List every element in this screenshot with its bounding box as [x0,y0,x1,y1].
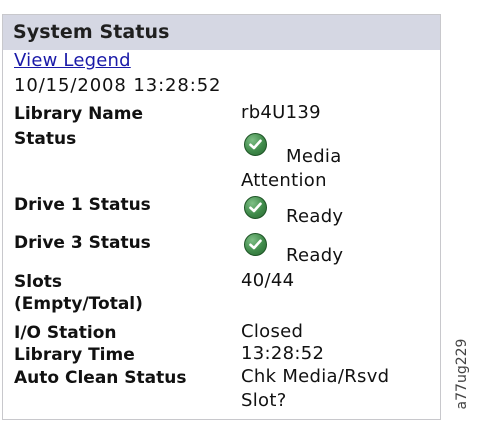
status-value-line2: Attention [241,170,327,191]
status-value-line1: Media [286,146,342,167]
figure-id-text: a77ug229 [454,338,470,410]
io-station-value: Closed [241,321,304,342]
library-time-value: 13:28:52 [241,343,325,364]
library-time-label: Library Time [14,345,135,365]
drive1-status-label: Drive 1 Status [14,195,151,215]
auto-clean-status-label: Auto Clean Status [14,368,187,388]
status-label: Status [14,129,77,149]
auto-clean-status-value-line2: Slot? [241,390,287,411]
drive3-status-label: Drive 3 Status [14,233,151,253]
check-circle-icon [244,133,267,156]
slots-value: 40/44 [241,270,295,291]
panel-header: System Status [3,15,440,50]
library-name-label: Library Name [14,104,144,124]
auto-clean-status-value: Chk Media/Rsvd [241,366,390,387]
check-circle-icon [244,196,267,219]
check-circle-icon [244,233,267,256]
slots-label-sub: (Empty/Total) [14,294,143,314]
drive1-status-value: Ready [286,206,344,227]
drive3-status-value: Ready [286,245,344,266]
figure-id: a77ug229 [447,330,471,420]
library-name-value: rb4U139 [241,102,321,123]
view-legend-link[interactable]: View Legend [14,50,131,71]
panel-title: System Status [13,21,170,43]
slots-label: Slots [14,272,62,292]
io-station-label: I/O Station [14,323,117,343]
timestamp: 10/15/2008 13:28:52 [14,75,222,96]
